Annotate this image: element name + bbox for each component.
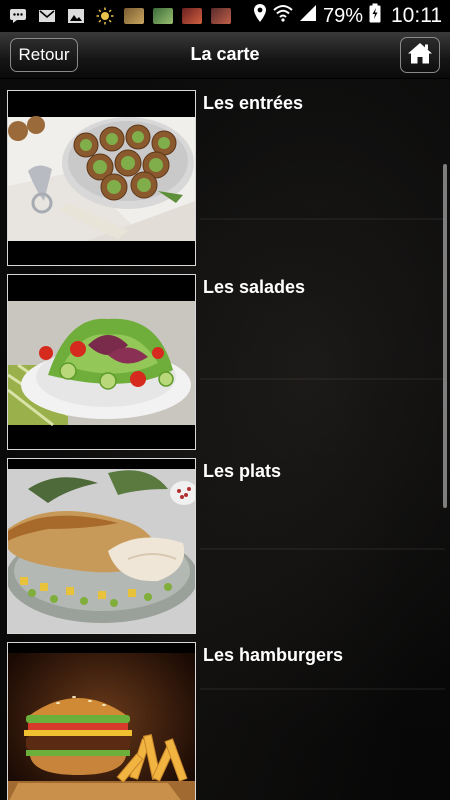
menu-item-plats[interactable]: Les plats xyxy=(7,446,437,634)
menu-item-label: Les plats xyxy=(203,461,282,481)
menu-list: Les entrées Les salades Les plats Les ha… xyxy=(0,78,450,800)
status-bar: 79% 10:11 xyxy=(0,0,450,32)
brightness-icon xyxy=(95,7,115,25)
menu-item-label: Les hamburgers xyxy=(203,645,344,665)
home-button[interactable] xyxy=(400,37,440,73)
battery-percent: 79% xyxy=(322,4,363,27)
notification-app-icon xyxy=(153,8,173,24)
notification-app-icon xyxy=(124,8,144,24)
hamburgers-image xyxy=(7,642,196,800)
page-title: La carte xyxy=(190,44,260,64)
entrees-image xyxy=(7,90,196,266)
notification-app-icon xyxy=(211,8,231,24)
app-header: Retour La carte xyxy=(0,32,450,79)
location-icon xyxy=(253,3,267,29)
clock: 10:11 xyxy=(391,4,442,27)
menu-item-salades[interactable]: Les salades xyxy=(7,262,437,450)
scrollbar[interactable] xyxy=(443,164,447,508)
menu-item-label: Les entrées xyxy=(203,93,304,113)
plats-image xyxy=(7,458,196,634)
gallery-icon xyxy=(66,7,86,25)
notification-app-icon xyxy=(182,8,202,24)
salades-image xyxy=(7,274,196,450)
chat-icon xyxy=(8,7,28,25)
mail-icon xyxy=(37,7,57,25)
battery-icon xyxy=(369,3,381,29)
home-icon xyxy=(407,41,433,70)
menu-item-hamburgers[interactable]: Les hamburgers xyxy=(7,630,437,800)
menu-item-label: Les salades xyxy=(203,277,306,297)
signal-icon xyxy=(299,4,317,28)
wifi-icon xyxy=(273,4,293,28)
menu-item-entrees[interactable]: Les entrées xyxy=(7,78,437,266)
